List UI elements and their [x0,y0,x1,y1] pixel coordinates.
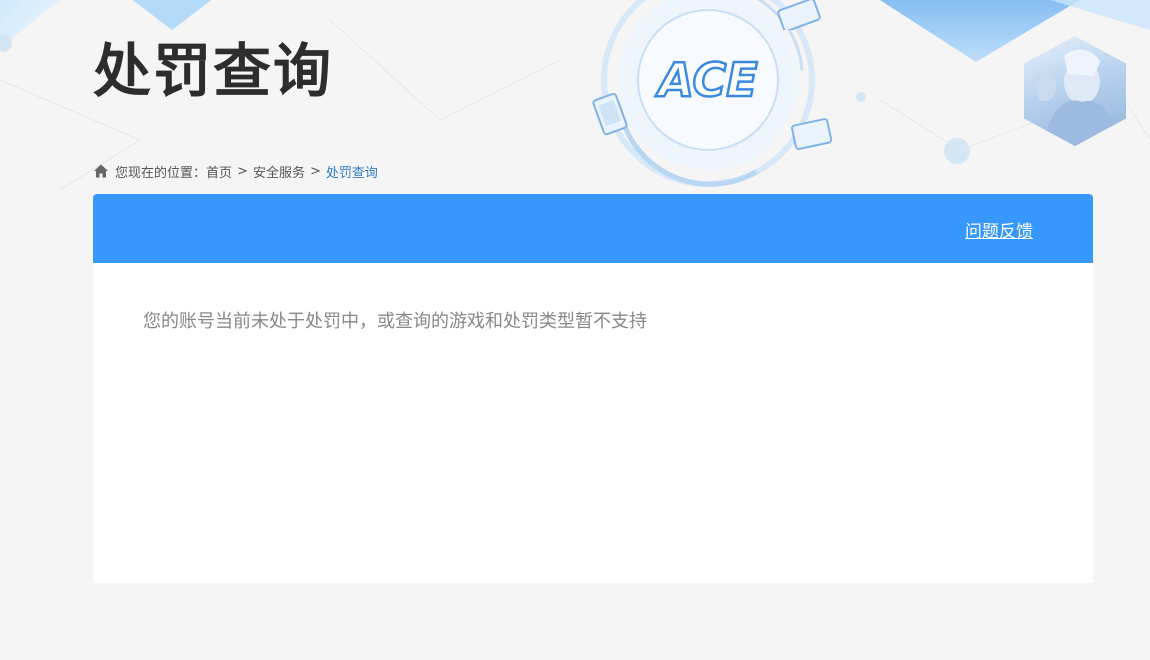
breadcrumb-separator: > [237,163,248,179]
page-title: 处罚查询 [93,37,334,105]
breadcrumb-separator: > [309,163,321,179]
breadcrumb: 您现在的位置： 首页 > 安全服务 > 处罚查询 [93,161,378,181]
svg-text:ACE: ACE [655,53,757,107]
feedback-link[interactable]: 问题反馈 [965,217,1033,242]
home-icon [94,164,108,178]
breadcrumb-item-security[interactable]: 安全服务 [253,162,305,181]
page: 处罚查询 ACE 您现在的位置： 首页 > 安全服务 > 处罚查询 问题反馈 您… [0,0,1150,660]
breadcrumb-prefix: 您现在的位置： [115,165,207,181]
breadcrumb-item-home[interactable]: 首页 [206,162,232,181]
panel-body: 您的账号当前未处于处罚中，或查询的游戏和处罚类型暂不支持 [93,263,1093,377]
status-message: 您的账号当前未处于处罚中，或查询的游戏和处罚类型暂不支持 [143,311,647,332]
result-panel: 问题反馈 您的账号当前未处于处罚中，或查询的游戏和处罚类型暂不支持 [93,194,1093,583]
game-card-icon [592,92,628,136]
game-card-icon [791,118,833,150]
breadcrumb-current: 处罚查询 [325,165,378,181]
game-card-icon [777,0,821,30]
panel-header: 问题反馈 [93,194,1093,263]
